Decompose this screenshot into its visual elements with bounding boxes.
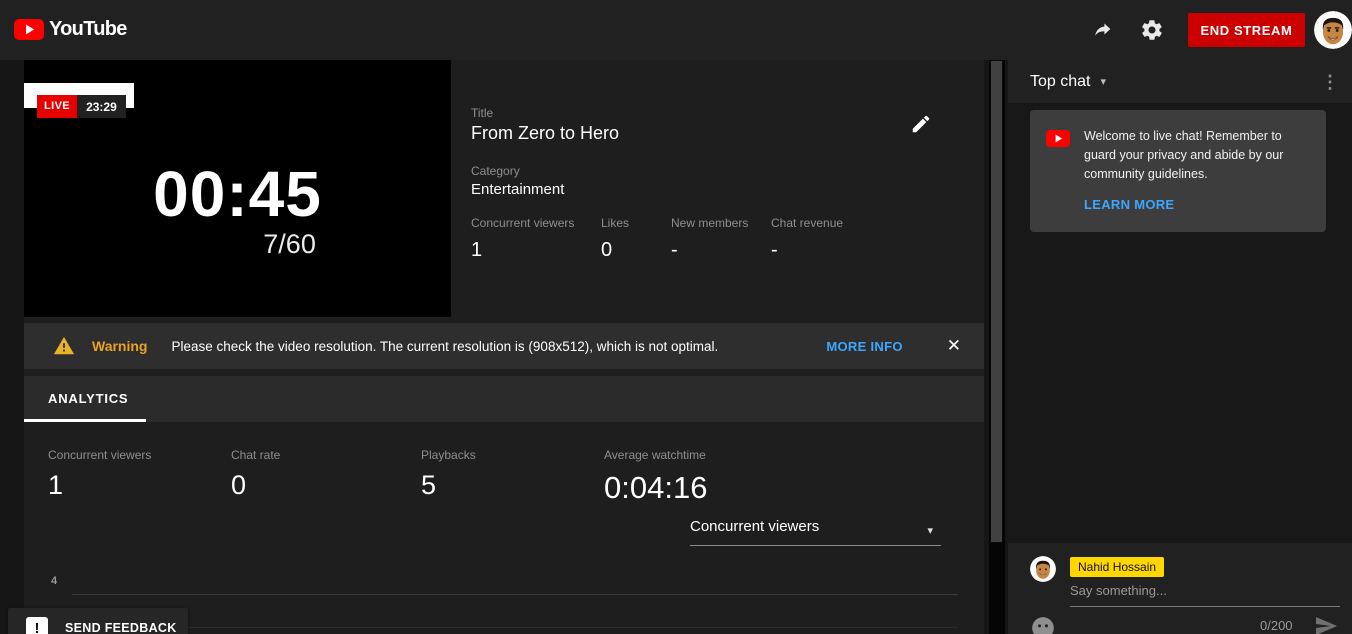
stat-likes: Likes 0 xyxy=(601,216,630,261)
live-chat-panel: Top chat ▾ ⋮ Welcome to live chat! Remem… xyxy=(1008,60,1352,634)
feedback-exclamation-icon: ! xyxy=(26,617,48,634)
send-message-icon[interactable] xyxy=(1314,613,1340,634)
chevron-down-icon: ▾ xyxy=(927,525,933,537)
learn-more-link[interactable]: LEARN MORE xyxy=(1084,197,1174,212)
chat-input-underline xyxy=(1070,606,1340,607)
category-label: Category xyxy=(471,164,520,178)
stream-dashboard-panel: LIVE 23:29 00:45 7/60 Title From Zero to… xyxy=(24,60,984,634)
video-badges: LIVE 23:29 xyxy=(37,95,126,118)
stream-elapsed-time: 23:29 xyxy=(77,95,126,118)
kebab-menu-icon[interactable]: ⋮ xyxy=(1321,73,1339,91)
chat-filter-dropdown[interactable]: Top chat xyxy=(1030,73,1090,91)
tab-analytics[interactable]: ANALYTICS xyxy=(48,391,128,406)
emoji-icon[interactable] xyxy=(1030,615,1056,634)
youtube-wordmark: YouTube xyxy=(49,18,127,40)
countdown-timer: 00:45 xyxy=(153,158,322,230)
youtube-play-icon xyxy=(14,19,44,40)
topbar: YouTube END STREAM xyxy=(0,0,1352,60)
stream-title: From Zero to Hero xyxy=(471,123,620,143)
tab-active-underline xyxy=(24,419,146,422)
warning-message: Please check the video resolution. The c… xyxy=(171,338,719,354)
main-scrollbar-track[interactable] xyxy=(989,60,1005,634)
analytics-metrics-row: Concurrent viewers 1 Chat rate 0 Playbac… xyxy=(48,448,707,506)
chat-user-avatar xyxy=(1030,556,1056,582)
chart-metric-selected: Concurrent viewers xyxy=(690,518,820,535)
end-stream-button[interactable]: END STREAM xyxy=(1188,13,1305,47)
more-info-link[interactable]: MORE INFO xyxy=(826,339,902,354)
metric-average-watchtime: Average watchtime 0:04:16 xyxy=(604,448,708,505)
tabs-bar: ANALYTICS xyxy=(24,376,984,422)
metric-chat-rate: Chat rate 0 xyxy=(231,448,281,500)
char-counter: 0/200 xyxy=(1260,618,1293,633)
close-icon[interactable]: ✕ xyxy=(947,336,961,356)
stat-concurrent-viewers: Concurrent viewers 1 xyxy=(471,216,575,261)
video-preview[interactable]: LIVE 23:29 00:45 7/60 xyxy=(24,60,451,317)
title-label: Title xyxy=(471,106,494,120)
chat-input-area: Nahid Hossain Say something... 0/200 xyxy=(1008,543,1352,634)
metric-playbacks: Playbacks 5 xyxy=(421,448,476,500)
warning-label: Warning xyxy=(92,338,148,354)
stat-new-members: New members - xyxy=(671,216,749,261)
send-feedback-button[interactable]: ! SEND FEEDBACK xyxy=(8,608,188,634)
warning-triangle-icon xyxy=(53,335,75,357)
metric-concurrent-viewers: Concurrent viewers 1 xyxy=(48,448,152,500)
countdown-progress: 7/60 xyxy=(263,229,316,259)
chat-welcome-text: Welcome to live chat! Remember to guard … xyxy=(1084,129,1284,181)
settings-gear-icon[interactable] xyxy=(1140,18,1164,42)
live-badge: LIVE xyxy=(37,95,78,118)
chart-gridline xyxy=(72,594,958,595)
resolution-warning-bar: Warning Please check the video resolutio… xyxy=(24,323,984,369)
chat-welcome-card: Welcome to live chat! Remember to guard … xyxy=(1030,110,1326,233)
youtube-logo[interactable]: YouTube xyxy=(14,18,127,41)
chat-message-input[interactable]: Say something... xyxy=(1070,583,1167,598)
chart-metric-selector[interactable]: Concurrent viewers ▾ xyxy=(690,518,941,546)
stream-category: Entertainment xyxy=(471,181,565,198)
chat-header: Top chat ▾ ⋮ xyxy=(1008,60,1352,103)
stream-stats-row: Concurrent viewers 1 Likes 0 New members… xyxy=(471,216,861,262)
video-countdown: 00:45 7/60 xyxy=(153,162,322,260)
share-icon[interactable] xyxy=(1092,18,1116,42)
youtube-play-icon xyxy=(1046,130,1070,214)
edit-pencil-icon[interactable] xyxy=(910,112,934,136)
chart-y-axis-tick: 4 xyxy=(51,575,58,587)
chart-gridline xyxy=(72,627,958,628)
chat-user-name-badge: Nahid Hossain xyxy=(1070,557,1165,577)
chevron-down-icon[interactable]: ▾ xyxy=(1100,75,1106,88)
main-scrollbar-thumb[interactable] xyxy=(990,60,1003,543)
stat-chat-revenue: Chat revenue - xyxy=(771,216,844,261)
account-avatar[interactable] xyxy=(1314,11,1352,49)
send-feedback-label: SEND FEEDBACK xyxy=(65,621,177,634)
